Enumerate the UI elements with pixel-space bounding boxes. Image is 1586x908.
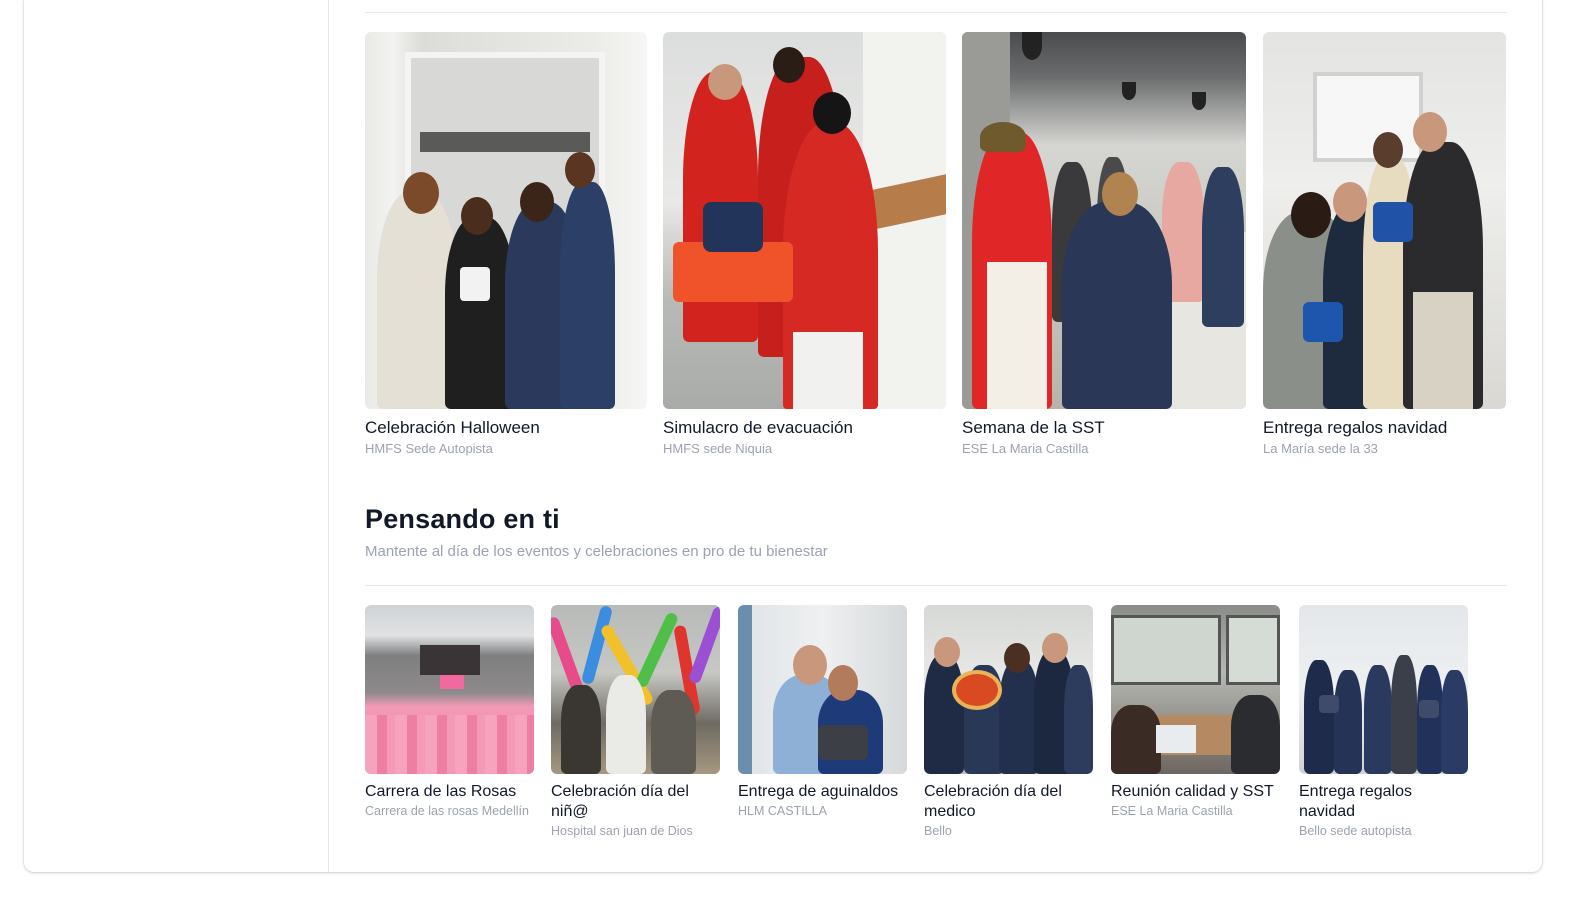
event-card-subtitle: ESE La Maria Castilla [1111,804,1233,818]
gallery-photo-halloween[interactable] [365,32,647,409]
event-card-subtitle: Bello [924,824,952,838]
event-card-subtitle: Hospital san juan de Dios [551,824,693,838]
event-card-subtitle: HLM CASTILLA [738,804,827,818]
gallery-card-title[interactable]: Simulacro de evacuación [663,417,946,439]
top-divider [365,12,1507,13]
gallery-card-subtitle: HMFS sede Niquia [663,441,773,456]
gallery-photo-sst[interactable] [962,32,1246,409]
sidebar [24,0,329,872]
gallery-card-navidad[interactable]: Entrega regalos navidad La María sede la… [1263,32,1506,458]
event-photo-regalos-navidad[interactable] [1299,605,1468,774]
event-photo-dia-nino[interactable] [551,605,720,774]
main-content: Celebración Halloween HMFS Sede Autopist… [365,0,1507,872]
event-photo-dia-medico[interactable] [924,605,1093,774]
content-panel: Celebración Halloween HMFS Sede Autopist… [24,0,1542,872]
event-photo-reunion-calidad[interactable] [1111,605,1280,774]
event-card-title[interactable]: Carrera de las Rosas [365,782,535,802]
event-card-title[interactable]: Celebración día del niñ@ [551,782,721,822]
event-card-aguinaldos[interactable]: Entrega de aguinaldos HLM CASTILLA [738,605,908,819]
event-card-subtitle: Bello sede autopista [1299,824,1412,838]
event-card-title[interactable]: Reunión calidad y SST [1111,782,1281,802]
event-card-carrera-rosas[interactable]: Carrera de las Rosas Carrera de las rosa… [365,605,535,819]
section-subtitle: Mantente al día de los eventos y celebra… [365,543,828,560]
event-card-dia-medico[interactable]: Celebración día del medico Bello [924,605,1094,839]
event-photo-carrera-rosas[interactable] [365,605,534,774]
gallery-photo-navidad[interactable] [1263,32,1506,409]
event-card-reunion-calidad[interactable]: Reunión calidad y SST ESE La Maria Casti… [1111,605,1281,819]
gallery-card-title[interactable]: Celebración Halloween [365,417,647,439]
gallery-card-title[interactable]: Entrega regalos navidad [1263,417,1506,439]
event-card-title[interactable]: Celebración día del medico [924,782,1094,822]
event-card-subtitle: Carrera de las rosas Medellín [365,804,529,818]
gallery-card-sst[interactable]: Semana de la SST ESE La Maria Castilla [962,32,1246,458]
section-divider [365,585,1507,586]
gallery-card-simulacro[interactable]: Simulacro de evacuación HMFS sede Niquia [663,32,946,458]
gallery-card-subtitle: La María sede la 33 [1263,441,1378,456]
gallery-card-subtitle: ESE La Maria Castilla [962,441,1089,456]
event-card-dia-nino[interactable]: Celebración día del niñ@ Hospital san ju… [551,605,721,839]
gallery-card-title[interactable]: Semana de la SST [962,417,1246,439]
event-card-title[interactable]: Entrega de aguinaldos [738,782,908,802]
section-title: Pensando en ti [365,504,560,534]
gallery-photo-simulacro[interactable] [663,32,946,409]
event-photo-aguinaldos[interactable] [738,605,907,774]
event-card-regalos-navidad[interactable]: Entrega regalos navidad Bello sede autop… [1299,605,1469,839]
gallery-card-subtitle: HMFS Sede Autopista [365,441,493,456]
event-card-title[interactable]: Entrega regalos navidad [1299,782,1469,822]
gallery-card-halloween[interactable]: Celebración Halloween HMFS Sede Autopist… [365,32,647,458]
